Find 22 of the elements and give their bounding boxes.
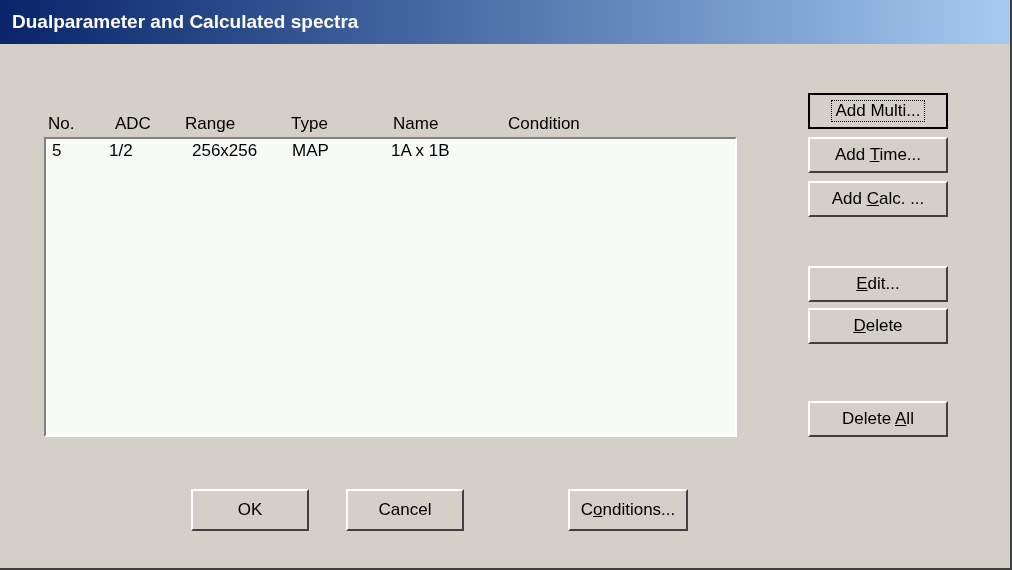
list-cell: 5	[52, 141, 62, 161]
dialog-button[interactable]: Add Time...	[808, 137, 948, 173]
list-cell: 1/2	[109, 141, 133, 161]
dialog-button[interactable]: Edit...	[808, 266, 948, 302]
list-cell: 1A x 1B	[391, 141, 450, 161]
dialog-button[interactable]: Conditions...	[568, 489, 688, 531]
column-header: Range	[185, 113, 236, 133]
dialog-button[interactable]: Add Multi...	[808, 93, 948, 129]
list-cell: 256x256	[192, 141, 258, 161]
column-header: Type	[291, 113, 328, 133]
dialog-button[interactable]: Add Calc. ...	[808, 181, 948, 217]
column-header: Name	[393, 113, 439, 133]
list-cell: MAP	[292, 141, 329, 161]
column-header: No.	[48, 113, 75, 133]
dialog-button[interactable]: Delete All	[808, 401, 948, 437]
dialog-button[interactable]: OK	[191, 489, 309, 531]
list-row[interactable]: 5 1/2 256x256 MAP 1A x 1B	[52, 140, 735, 162]
window-title: Dualparameter and Calculated spectra	[12, 9, 359, 34]
column-header: Condition	[508, 113, 580, 133]
dialog-button[interactable]: Delete	[808, 308, 948, 344]
column-header: ADC	[115, 113, 151, 133]
dialog-button[interactable]: Cancel	[346, 489, 464, 531]
